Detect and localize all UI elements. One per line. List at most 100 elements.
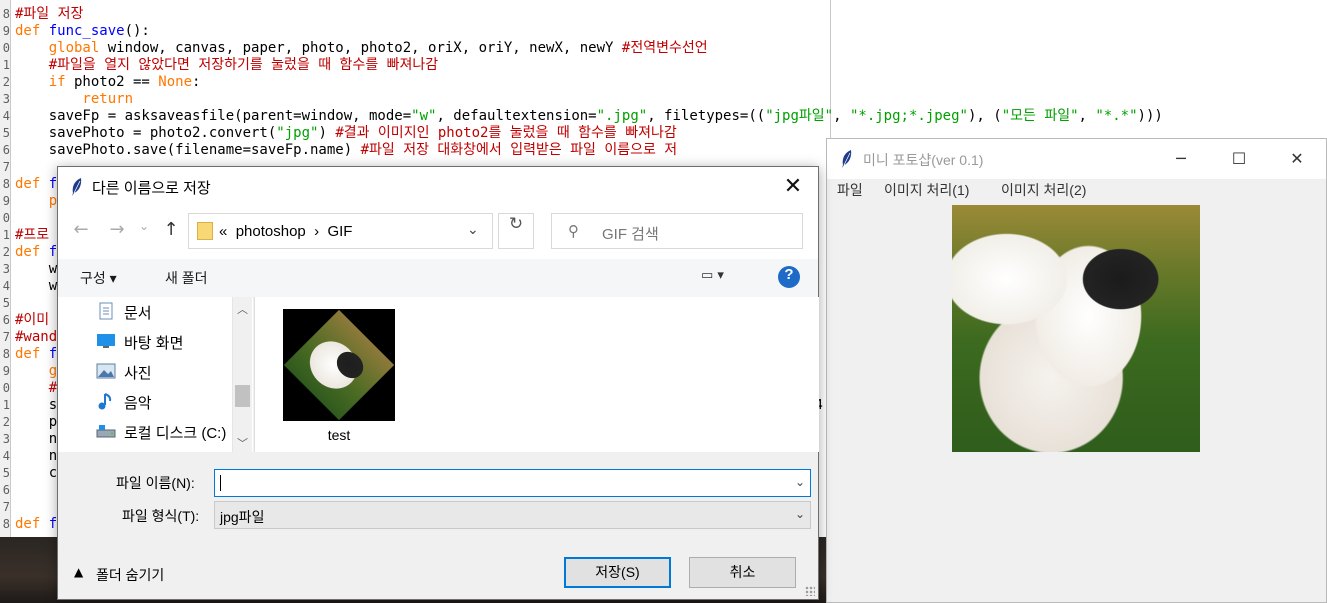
code-line: #wand	[15, 329, 57, 346]
line-number: 3	[2, 92, 10, 106]
code-line: s	[15, 397, 57, 414]
code-line: def f	[15, 176, 57, 193]
close-button[interactable]: ✕	[1268, 139, 1326, 179]
line-number: 9	[2, 364, 10, 378]
file-list: test	[254, 297, 819, 452]
back-arrow-icon[interactable]: ←	[68, 219, 94, 245]
code-token: )	[318, 125, 336, 141]
save-as-dialog: 다른 이름으로 저장 ✕ ← → ⌄ ↑ « photoshop › GIF ⌄…	[57, 166, 819, 600]
filetype-select[interactable]: jpg파일 ⌄	[214, 501, 811, 529]
scrollbar-thumb[interactable]	[235, 385, 250, 407]
code-token: #파일 저장 대화창에서 입력받은 파일 이름으로 저	[360, 142, 678, 158]
help-icon[interactable]: ?	[778, 266, 800, 288]
line-number: 1	[2, 228, 10, 242]
code-token: "w"	[411, 108, 437, 124]
minimize-button[interactable]: ─	[1152, 139, 1210, 179]
code-token: "*.*"	[1095, 108, 1138, 124]
maximize-button[interactable]: ☐	[1210, 139, 1268, 179]
code-token: ,	[1078, 108, 1096, 124]
code-token: ,	[833, 108, 850, 124]
line-number: 3	[2, 432, 10, 446]
code-token: None	[158, 74, 193, 90]
menu-image-process-2[interactable]: 이미지 처리(2)	[1001, 180, 1086, 200]
scroll-up-icon[interactable]: ︿	[235, 301, 250, 317]
mini-window-title: 미니 포토샵(ver 0.1)	[863, 152, 984, 168]
code-line: g	[15, 363, 57, 380]
code-token: #전역변수선언	[621, 40, 708, 56]
code-token: #파일을 열지 않았다면 저장하기를 눌렀을 때 함수를 빠져나감	[15, 57, 439, 73]
code-token: :	[192, 74, 201, 90]
line-number: 0	[2, 41, 10, 55]
code-token: saveFp = asksaveasfile(parent=window, mo…	[15, 108, 412, 124]
dialog-toolbar: 구성 ▾ 새 폴더 ▭ ▾ ?	[58, 259, 818, 298]
line-number: 1	[2, 58, 10, 72]
code-token: photo2 ==	[65, 74, 159, 90]
rotated-puppy-image	[283, 309, 395, 421]
filetype-value: jpg파일	[220, 509, 265, 525]
code-token: #결과 이미지인 photo2를 눌렀을 때 함수를 빠져나감	[335, 125, 677, 141]
refresh-button[interactable]: ↻	[498, 213, 534, 249]
menu-image-process-1[interactable]: 이미지 처리(1)	[884, 180, 969, 200]
save-button[interactable]: 저장(S)	[564, 557, 671, 588]
code-line: def func_save():	[15, 23, 150, 40]
line-number: 5	[2, 296, 10, 310]
dialog-title: 다른 이름으로 저장	[92, 180, 211, 197]
code-token: , filetypes=((	[647, 108, 766, 124]
code-token: savePhoto = photo2.convert(	[15, 125, 277, 141]
code-token: "jpg"	[276, 125, 319, 141]
scroll-down-icon[interactable]: ﹀	[235, 435, 250, 451]
filename-input[interactable]: ⌄	[214, 469, 811, 497]
code-token: ), (	[967, 108, 1002, 124]
code-token: def	[15, 516, 49, 532]
code-token: return	[15, 91, 134, 107]
line-number: 7	[2, 160, 10, 174]
mini-title-bar[interactable]: 미니 포토샵(ver 0.1) ─ ☐ ✕	[827, 139, 1326, 179]
code-token: p	[15, 193, 58, 209]
code-token: "jpg파일"	[765, 108, 834, 124]
view-options-button[interactable]: ▭ ▾	[701, 268, 741, 288]
code-line: #이미	[15, 312, 49, 329]
code-token: #프로	[15, 227, 50, 243]
new-folder-button[interactable]: 새 폴더	[165, 268, 208, 288]
recent-locations-icon[interactable]: ⌄	[136, 219, 152, 245]
line-number: 2	[2, 415, 10, 429]
code-token: n	[15, 448, 58, 464]
code-line: savePhoto.save(filename=saveFp.name) #파일…	[15, 142, 677, 159]
dialog-close-button[interactable]: ✕	[778, 172, 808, 202]
code-line: #파일을 열지 않았다면 저장하기를 눌렀을 때 함수를 빠져나감	[15, 57, 438, 74]
search-input[interactable]: ⚲ GIF 검색	[551, 213, 803, 249]
code-token: f	[48, 516, 58, 532]
code-token: s	[15, 397, 58, 413]
sidebar-scrollbar[interactable]: ︿ ﹀	[232, 297, 252, 452]
menu-file[interactable]: 파일	[837, 180, 863, 200]
line-number: 4	[2, 109, 10, 123]
chevron-down-icon[interactable]: ⌄	[795, 507, 805, 521]
pictures-icon	[96, 363, 116, 379]
code-token: w	[15, 261, 58, 277]
code-line: p	[15, 414, 57, 431]
resize-grip-icon[interactable]	[805, 586, 815, 596]
line-number: 4	[2, 279, 10, 293]
code-token: f	[48, 346, 58, 362]
drive-icon	[96, 425, 116, 438]
line-number: 9	[2, 24, 10, 38]
forward-arrow-icon[interactable]: →	[104, 219, 130, 245]
code-line: w	[15, 278, 57, 295]
code-token: #이미	[15, 312, 50, 328]
line-number: 8	[2, 517, 10, 531]
dialog-title-bar[interactable]: 다른 이름으로 저장 ✕	[58, 167, 818, 207]
organize-button[interactable]: 구성 ▾	[80, 268, 117, 288]
line-number: 4	[2, 449, 10, 463]
filetype-label: 파일 형식(T):	[122, 508, 200, 524]
code-line: n	[15, 431, 57, 448]
up-arrow-icon[interactable]: ↑	[158, 219, 184, 245]
code-line: global window, canvas, paper, photo, pho…	[15, 40, 708, 57]
address-path: « photoshop › GIF	[219, 223, 353, 240]
chevron-down-icon[interactable]: ⌄	[467, 222, 485, 238]
code-token: #	[15, 380, 58, 396]
address-bar[interactable]: « photoshop › GIF ⌄	[188, 213, 493, 249]
cancel-button[interactable]: 취소	[689, 557, 796, 588]
chevron-down-icon[interactable]: ⌄	[795, 475, 805, 489]
mini-menu-bar: 파일 이미지 처리(1) 이미지 처리(2)	[827, 179, 1326, 201]
code-token: g	[15, 363, 58, 379]
